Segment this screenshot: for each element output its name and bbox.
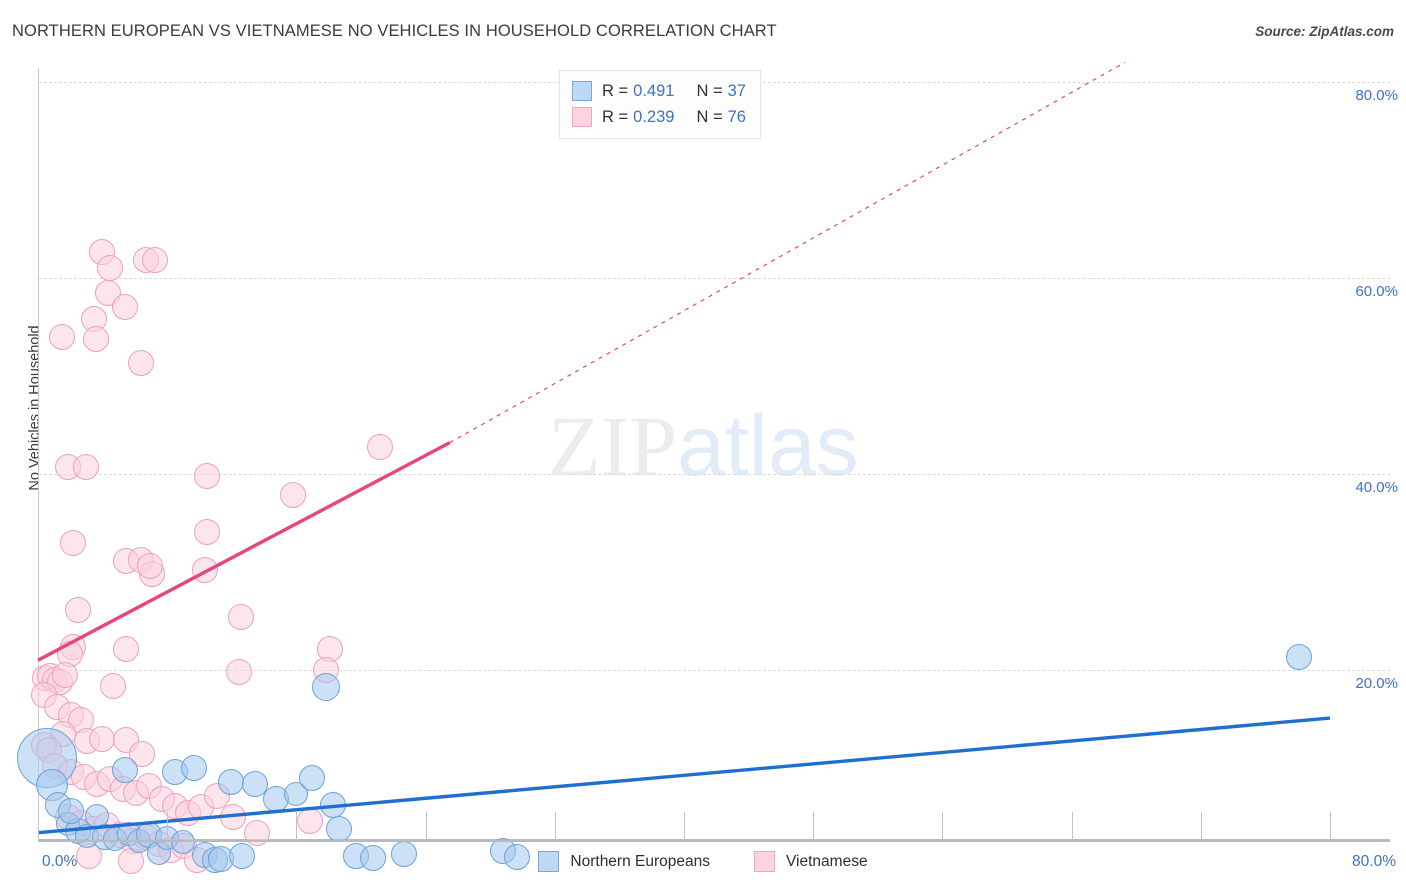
legend-item-label: Northern Europeans bbox=[570, 852, 710, 870]
data-point bbox=[88, 725, 115, 752]
x-tick-16 bbox=[296, 812, 298, 840]
legend-swatch-icon bbox=[754, 851, 775, 872]
y-tick-label-80: 80.0% bbox=[1355, 87, 1398, 104]
data-point bbox=[111, 756, 138, 783]
data-point bbox=[227, 604, 254, 631]
data-point bbox=[319, 792, 346, 819]
r-label: R = bbox=[602, 107, 629, 126]
chart-root: NORTHERN EUROPEAN VS VIETNAMESE NO VEHIC… bbox=[0, 0, 1406, 892]
data-point bbox=[48, 323, 75, 350]
data-point bbox=[170, 829, 195, 854]
legend-item-vietnamese[interactable]: Vietnamese bbox=[754, 851, 868, 872]
x-tick-72 bbox=[1200, 812, 1202, 840]
data-point bbox=[193, 462, 220, 489]
data-point bbox=[219, 804, 246, 830]
data-point bbox=[72, 454, 99, 481]
x-tick-32 bbox=[554, 812, 556, 840]
x-tick-48 bbox=[813, 812, 815, 840]
source-attribution: Source: ZipAtlas.com bbox=[1255, 24, 1394, 39]
data-point bbox=[312, 672, 341, 701]
data-point bbox=[279, 481, 306, 508]
x-tick-0 bbox=[38, 812, 39, 840]
r-value: 0.239 bbox=[633, 107, 675, 126]
n-value: 76 bbox=[727, 107, 746, 126]
legend-item-label: Vietnamese bbox=[786, 852, 868, 870]
x-tick-40 bbox=[684, 812, 685, 840]
data-point bbox=[298, 764, 325, 791]
y-tick-label-20: 20.0% bbox=[1355, 675, 1398, 692]
n-value: 37 bbox=[727, 81, 746, 100]
x-tick-80 bbox=[1330, 812, 1331, 840]
data-point bbox=[181, 755, 208, 781]
data-point bbox=[297, 807, 324, 834]
n-label: N = bbox=[696, 107, 723, 126]
x-tick-8 bbox=[167, 812, 169, 840]
y-tick-label-60: 60.0% bbox=[1355, 283, 1398, 300]
y-tick-label-40: 40.0% bbox=[1355, 479, 1398, 496]
stats-swatch-icon bbox=[572, 81, 592, 101]
x-axis-line bbox=[38, 840, 1390, 842]
data-point bbox=[111, 294, 138, 321]
x-tick-64 bbox=[1071, 812, 1073, 840]
data-point bbox=[64, 597, 91, 624]
r-value: 0.491 bbox=[633, 81, 675, 100]
stats-row-northern-europeans: R = 0.491 N = 37 bbox=[572, 78, 746, 104]
data-point bbox=[1285, 644, 1312, 671]
data-point bbox=[192, 557, 219, 584]
data-point bbox=[113, 636, 140, 663]
data-point bbox=[127, 350, 154, 377]
stats-row-vietnamese: R = 0.239 N = 76 bbox=[572, 104, 746, 130]
plot-area bbox=[17, 68, 1390, 875]
stats-swatch-icon bbox=[572, 107, 592, 127]
data-point bbox=[137, 553, 164, 580]
series-legend: Northern Europeans Vietnamese bbox=[0, 851, 1406, 872]
n-label: N = bbox=[696, 81, 723, 100]
x-tick-24 bbox=[425, 812, 427, 840]
data-point bbox=[244, 819, 271, 846]
correlation-stats-legend: R = 0.491 N = 37 R = 0.239 N = 76 bbox=[559, 70, 761, 139]
gridline-40 bbox=[39, 474, 1390, 475]
data-point bbox=[100, 672, 127, 699]
legend-swatch-icon bbox=[538, 851, 560, 872]
legend-item-northern-europeans[interactable]: Northern Europeans bbox=[538, 851, 710, 872]
data-point bbox=[193, 518, 220, 545]
data-point bbox=[82, 325, 109, 352]
page-title: NORTHERN EUROPEAN VS VIETNAMESE NO VEHIC… bbox=[12, 22, 777, 40]
data-point bbox=[51, 661, 78, 688]
data-point bbox=[142, 247, 169, 274]
data-point bbox=[58, 798, 85, 825]
data-point bbox=[326, 815, 353, 842]
data-point bbox=[59, 529, 86, 556]
data-point bbox=[97, 255, 124, 282]
r-label: R = bbox=[602, 81, 629, 100]
data-point bbox=[218, 768, 245, 795]
gridline-60 bbox=[39, 278, 1390, 279]
data-point bbox=[366, 433, 393, 460]
x-tick-56 bbox=[942, 812, 944, 840]
data-point bbox=[226, 658, 253, 685]
